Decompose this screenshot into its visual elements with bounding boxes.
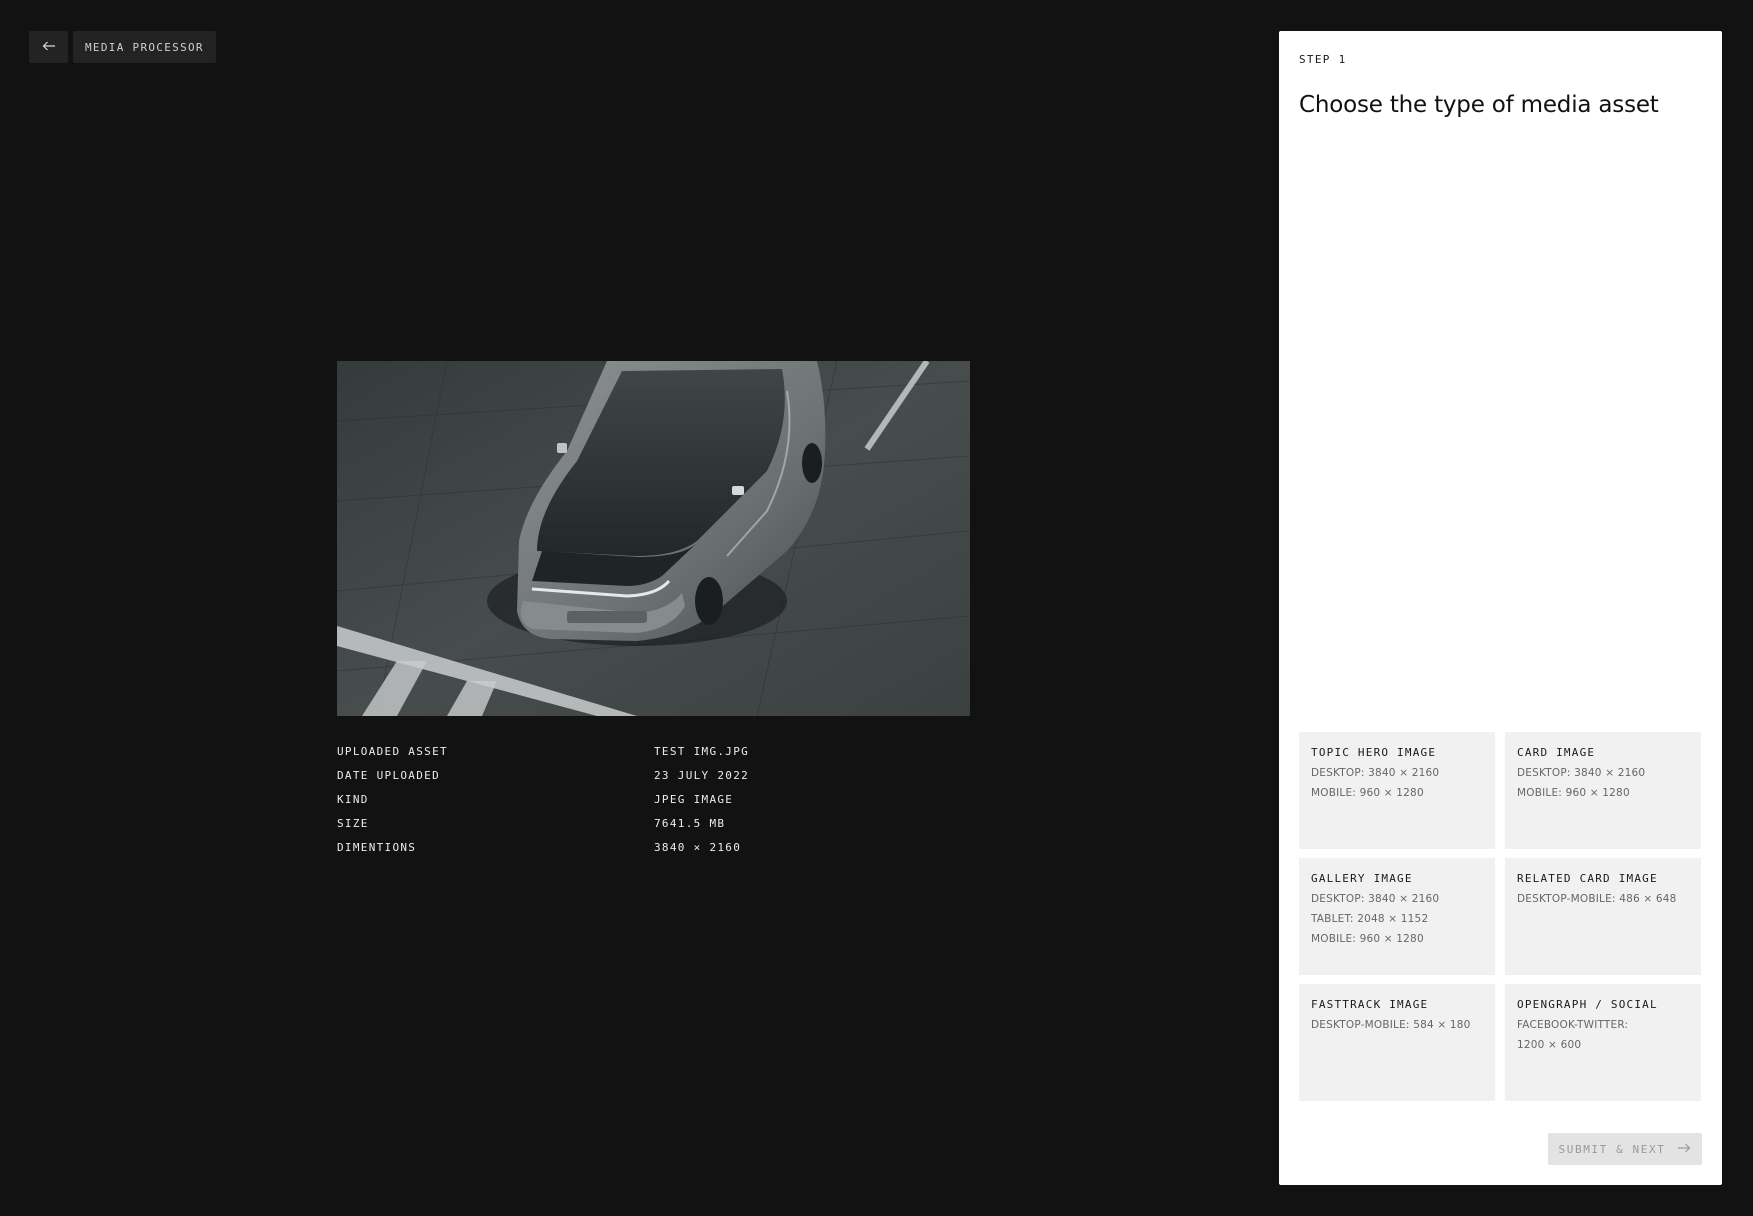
option-spec: DESKTOP-MOBILE: 486 × 648 bbox=[1517, 893, 1677, 905]
panel-title: Choose the type of media asset bbox=[1299, 92, 1659, 118]
option-spec: DESKTOP-MOBILE: 584 × 180 bbox=[1311, 1019, 1471, 1031]
meta-row-size: SIZE 7641.5 MB bbox=[337, 811, 797, 835]
meta-label: DATE UPLOADED bbox=[337, 768, 440, 782]
option-title: TOPIC HERO IMAGE bbox=[1311, 746, 1437, 759]
option-spec: 1200 × 600 bbox=[1517, 1039, 1582, 1051]
option-title: CARD IMAGE bbox=[1517, 746, 1596, 759]
option-opengraph-social[interactable]: OPENGRAPH / SOCIAL FACEBOOK-TWITTER: 120… bbox=[1505, 984, 1701, 1101]
option-gallery-image[interactable]: GALLERY IMAGE DESKTOP: 3840 × 2160 TABLE… bbox=[1299, 858, 1495, 975]
arrow-right-icon bbox=[1677, 1143, 1691, 1156]
meta-value: 7641.5 MB bbox=[654, 816, 726, 830]
option-spec: DESKTOP: 3840 × 2160 bbox=[1311, 893, 1440, 905]
option-title: OPENGRAPH / SOCIAL bbox=[1517, 998, 1658, 1011]
option-card-image[interactable]: CARD IMAGE DESKTOP: 3840 × 2160 MOBILE: … bbox=[1505, 732, 1701, 849]
meta-value: 3840 × 2160 bbox=[654, 840, 742, 854]
submit-label: SUBMIT & NEXT bbox=[1558, 1142, 1666, 1156]
option-spec: MOBILE: 960 × 1280 bbox=[1311, 787, 1424, 799]
meta-value: TEST IMG.JPG bbox=[654, 744, 750, 758]
meta-row-date-uploaded: DATE UPLOADED 23 JULY 2022 bbox=[337, 763, 797, 787]
meta-label: SIZE bbox=[337, 816, 369, 830]
asset-meta: UPLOADED ASSET TEST IMG.JPG DATE UPLOADE… bbox=[337, 739, 797, 859]
meta-label: DIMENTIONS bbox=[337, 840, 417, 854]
meta-value: JPEG IMAGE bbox=[654, 792, 734, 806]
option-topic-hero-image[interactable]: TOPIC HERO IMAGE DESKTOP: 3840 × 2160 MO… bbox=[1299, 732, 1495, 849]
option-spec: FACEBOOK-TWITTER: bbox=[1517, 1019, 1629, 1031]
option-spec: MOBILE: 960 × 1280 bbox=[1517, 787, 1630, 799]
meta-row-uploaded-asset: UPLOADED ASSET TEST IMG.JPG bbox=[337, 739, 797, 763]
meta-label: KIND bbox=[337, 792, 369, 806]
option-related-card-image[interactable]: RELATED CARD IMAGE DESKTOP-MOBILE: 486 ×… bbox=[1505, 858, 1701, 975]
step-indicator: STEP 1 bbox=[1299, 53, 1347, 66]
app-title: MEDIA PROCESSOR bbox=[73, 31, 216, 63]
option-spec: DESKTOP: 3840 × 2160 bbox=[1517, 767, 1646, 779]
asset-preview-image bbox=[337, 361, 970, 716]
meta-row-kind: KIND JPEG IMAGE bbox=[337, 787, 797, 811]
option-title: GALLERY IMAGE bbox=[1311, 872, 1413, 885]
option-spec: TABLET: 2048 × 1152 bbox=[1311, 913, 1429, 925]
asset-type-options: TOPIC HERO IMAGE DESKTOP: 3840 × 2160 MO… bbox=[1299, 732, 1702, 1101]
option-title: FASTTRACK IMAGE bbox=[1311, 998, 1429, 1011]
back-button[interactable] bbox=[29, 31, 68, 63]
option-spec: DESKTOP: 3840 × 2160 bbox=[1311, 767, 1440, 779]
option-title: RELATED CARD IMAGE bbox=[1517, 872, 1658, 885]
meta-label: UPLOADED ASSET bbox=[337, 744, 448, 758]
option-spec: MOBILE: 960 × 1280 bbox=[1311, 933, 1424, 945]
meta-row-dimensions: DIMENTIONS 3840 × 2160 bbox=[337, 835, 797, 859]
meta-value: 23 JULY 2022 bbox=[654, 768, 750, 782]
asset-type-panel: STEP 1 Choose the type of media asset TO… bbox=[1279, 31, 1722, 1185]
arrow-left-icon bbox=[42, 38, 56, 56]
option-fasttrack-image[interactable]: FASTTRACK IMAGE DESKTOP-MOBILE: 584 × 18… bbox=[1299, 984, 1495, 1101]
submit-next-button[interactable]: SUBMIT & NEXT bbox=[1548, 1133, 1702, 1165]
